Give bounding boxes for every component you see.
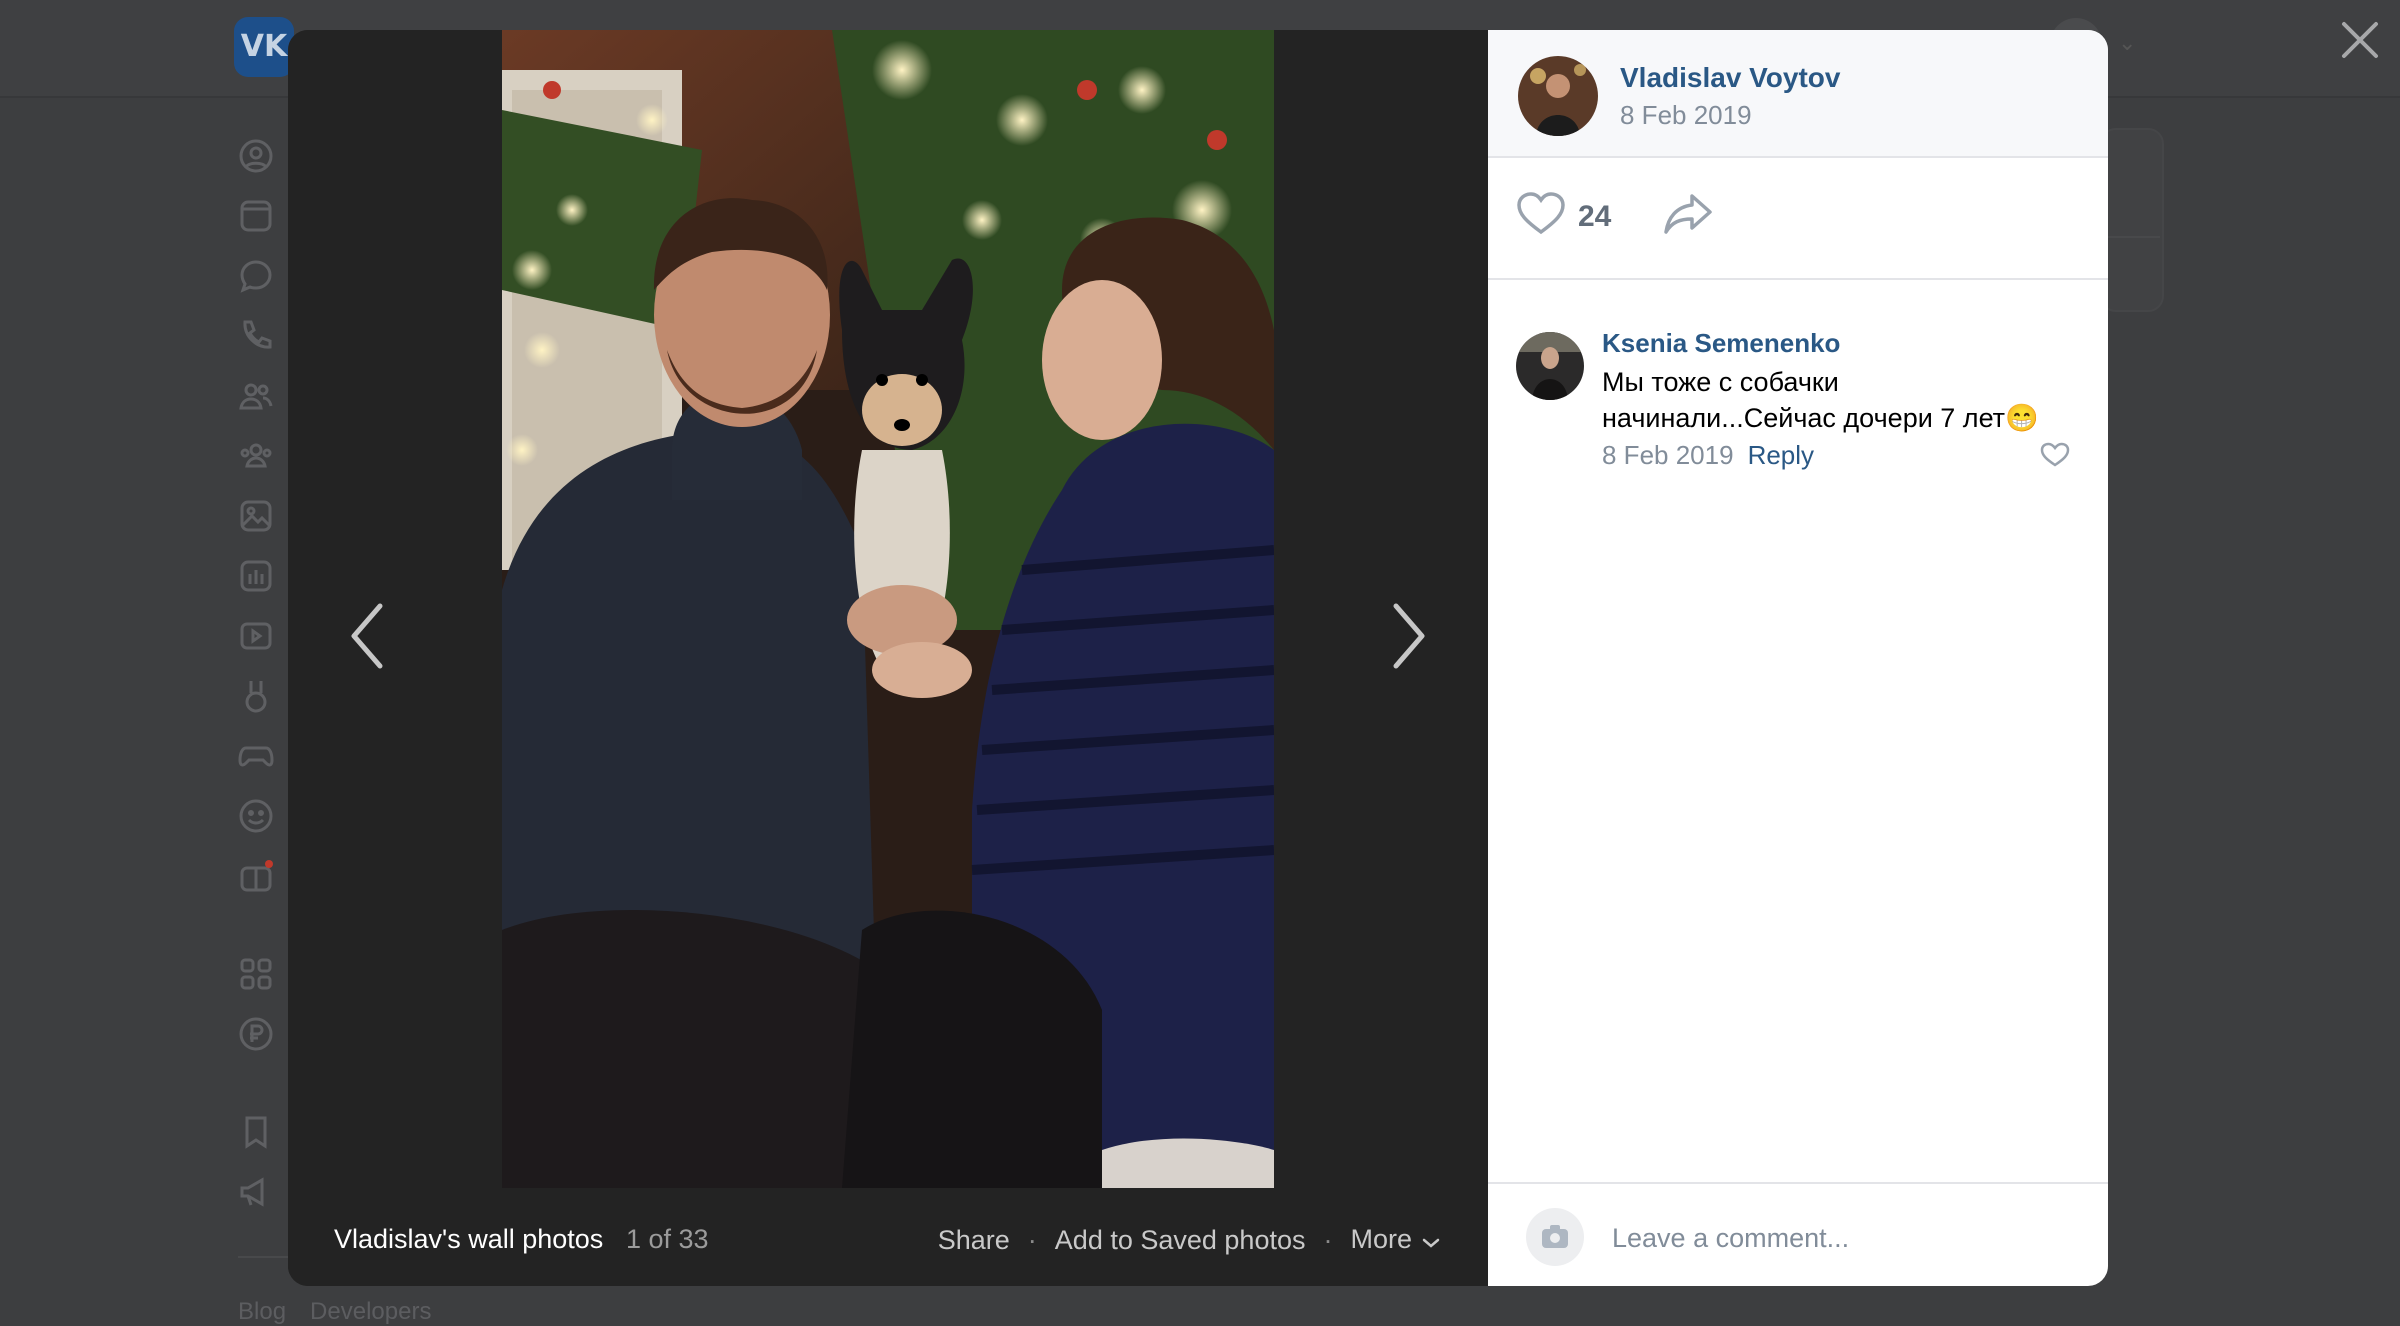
clips-icon[interactable] [236,676,276,716]
reactions-bar: 24 [1488,158,2108,280]
background-card [2100,128,2164,312]
bookmarks-icon[interactable] [236,1112,276,1152]
camera-icon[interactable] [1526,1208,1584,1266]
author-avatar[interactable] [1518,56,1598,136]
previous-photo-icon[interactable] [336,570,396,700]
photo-footer: Vladislav's wall photos 1 of 33 Share · … [288,1188,1488,1286]
comment-heart-icon[interactable] [2040,442,2070,473]
close-icon[interactable] [2334,14,2386,66]
comment-date[interactable]: 8 Feb 2019 [1602,440,1734,470]
messages-icon[interactable] [236,256,276,296]
footer-link-developers[interactable]: Developers [310,1298,431,1325]
communities-icon[interactable] [236,436,276,476]
separator-dot: · [1027,1224,1037,1255]
video-icon[interactable] [236,616,276,656]
comment-composer [1488,1182,2108,1286]
profile-icon[interactable] [236,136,276,176]
commenter-avatar[interactable] [1516,332,1584,400]
comment-input[interactable] [1610,1208,2074,1268]
author-name[interactable]: Vladislav Voytov [1620,62,1840,94]
friends-icon[interactable] [236,376,276,416]
services-icon[interactable] [236,954,276,994]
photo-actions: Share · Add to Saved photos · More [938,1224,1440,1256]
post-date[interactable]: 8 Feb 2019 [1620,100,1752,131]
share-icon[interactable] [1662,192,1714,241]
ads-icon[interactable] [236,1172,276,1212]
games-icon[interactable] [236,736,276,776]
music-icon[interactable] [236,556,276,596]
background-divider [2100,236,2160,238]
like-button[interactable]: 24 [1516,192,1611,241]
share-button[interactable]: Share [938,1225,1010,1256]
like-count: 24 [1578,199,1612,233]
footer-link-blog[interactable]: Blog [238,1298,286,1325]
news-icon[interactable] [236,196,276,236]
chevron-down-icon [1422,1225,1440,1256]
more-button[interactable]: More [1350,1224,1440,1256]
photo[interactable] [502,30,1274,1188]
add-to-saved-button[interactable]: Add to Saved photos [1055,1225,1306,1256]
album-title[interactable]: Vladislav's wall photos [334,1224,603,1255]
comment-text: Мы тоже с собачки начинали...Сейчас доче… [1602,367,2039,433]
comments-panel: Vladislav Voytov 8 Feb 2019 24 Ksenia Se… [1488,30,2108,1286]
chevron-down-icon[interactable]: ⌄ [2118,30,2136,56]
post-header: Vladislav Voytov 8 Feb 2019 [1488,30,2108,158]
reply-button[interactable]: Reply [1748,440,1814,470]
calls-icon[interactable] [236,316,276,356]
more-label: More [1350,1224,1412,1254]
photo-area: Vladislav's wall photos 1 of 33 Share · … [288,30,1488,1286]
next-photo-icon[interactable] [1380,570,1440,700]
photos-icon[interactable] [236,496,276,536]
comment-author[interactable]: Ksenia Semenenko [1602,328,1840,359]
payments-icon[interactable] [236,1014,276,1054]
site-footer: Blog Developers [238,1298,455,1326]
photo-viewer: Vladislav's wall photos 1 of 33 Share · … [288,30,2108,1286]
comment-meta: 8 Feb 2019 Reply [1602,440,1814,471]
gifts-icon[interactable] [236,856,276,896]
photo-counter: 1 of 33 [626,1224,709,1254]
separator-dot: · [1323,1224,1333,1255]
vk-logo[interactable]: VK [234,17,294,77]
heart-icon [1516,192,1566,241]
stickers-icon[interactable] [236,796,276,836]
